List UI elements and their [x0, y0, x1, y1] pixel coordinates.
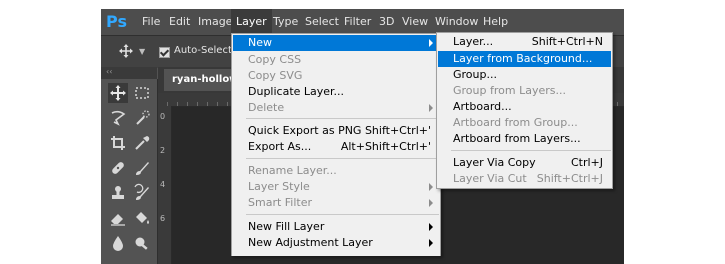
history-brush-tool-icon[interactable] — [132, 183, 152, 203]
menu-type[interactable]: Type — [273, 9, 298, 35]
submenu-arrow-icon — [429, 104, 433, 112]
submenu-arrow-icon — [429, 39, 433, 47]
menu-item-new[interactable]: New — [233, 35, 439, 51]
toolbox-header: ‹‹ — [101, 67, 157, 79]
menu-filter[interactable]: Filter — [344, 9, 371, 35]
tool-preset-chevron-icon[interactable]: ▼ — [139, 47, 145, 56]
submenu-item-layer-via-cut[interactable]: Layer Via Cut Shift+Ctrl+J — [438, 171, 611, 187]
toolbox — [101, 79, 158, 264]
submenu-item-group-from-layers[interactable]: Group from Layers... — [438, 83, 611, 99]
dodge-tool-icon[interactable] — [132, 233, 152, 253]
menu-view[interactable]: View — [402, 9, 428, 35]
menu-item-export-as[interactable]: Export As... Alt+Shift+Ctrl+' — [233, 139, 439, 155]
collapse-panel-icon[interactable]: ‹‹ — [106, 67, 112, 76]
menu-file[interactable]: File — [142, 9, 160, 35]
auto-select-checkbox[interactable] — [159, 47, 170, 58]
healing-brush-tool-icon[interactable] — [108, 158, 128, 178]
crop-tool-icon[interactable] — [108, 133, 128, 153]
ruler-mark: 4 — [160, 180, 166, 189]
submenu-item-artboard[interactable]: Artboard... — [438, 99, 611, 115]
menu-image[interactable]: Image — [198, 9, 232, 35]
submenu-item-group[interactable]: Group... — [438, 67, 611, 83]
submenu-item-layer-via-copy[interactable]: Layer Via Copy Ctrl+J — [438, 155, 611, 171]
menu-separator — [451, 150, 611, 151]
menu-item-smart-filter[interactable]: Smart Filter — [233, 195, 439, 211]
menu-item-new-fill-layer[interactable]: New Fill Layer — [233, 219, 439, 235]
menu-edit[interactable]: Edit — [169, 9, 190, 35]
submenu-arrow-icon — [429, 199, 433, 207]
menu-separator — [246, 118, 439, 119]
menu-item-layer-style[interactable]: Layer Style — [233, 179, 439, 195]
photoshop-logo: Ps — [106, 12, 127, 31]
menu-separator — [246, 158, 439, 159]
lasso-tool-icon[interactable] — [108, 108, 128, 128]
ruler-mark: 0 — [160, 112, 166, 121]
move-tool-icon[interactable] — [108, 83, 128, 103]
eyedropper-tool-icon[interactable] — [132, 133, 152, 153]
submenu-item-artboard-from-layers[interactable]: Artboard from Layers... — [438, 131, 611, 147]
vertical-ruler: 0 2 4 6 — [158, 106, 172, 264]
menu-item-copy-svg[interactable]: Copy SVG — [233, 68, 439, 84]
menu-item-copy-css[interactable]: Copy CSS — [233, 52, 439, 68]
menu-separator — [246, 214, 439, 215]
move-tool-icon[interactable] — [119, 44, 133, 58]
submenu-arrow-icon — [429, 183, 433, 191]
new-layer-submenu: Layer... Shift+Ctrl+N Layer from Backgrou… — [436, 32, 613, 189]
submenu-arrow-icon — [429, 239, 433, 247]
menu-item-rename-layer[interactable]: Rename Layer... — [233, 163, 439, 179]
layer-dropdown-menu: New Copy CSS Copy SVG Duplicate Layer...… — [231, 33, 441, 256]
menu-3d[interactable]: 3D — [379, 9, 394, 35]
menu-item-quick-export-png[interactable]: Quick Export as PNG Shift+Ctrl+' — [233, 123, 439, 139]
paint-bucket-tool-icon[interactable] — [132, 208, 152, 228]
menu-item-duplicate-layer[interactable]: Duplicate Layer... — [233, 84, 439, 100]
auto-select-label: Auto-Select: — [174, 45, 236, 56]
submenu-item-artboard-from-group[interactable]: Artboard from Group... — [438, 115, 611, 131]
submenu-item-layer[interactable]: Layer... Shift+Ctrl+N — [438, 34, 611, 50]
blur-tool-icon[interactable] — [108, 233, 128, 253]
eraser-tool-icon[interactable] — [108, 208, 128, 228]
clone-stamp-tool-icon[interactable] — [108, 183, 128, 203]
menu-item-new-adjustment-layer[interactable]: New Adjustment Layer — [233, 235, 439, 251]
brush-tool-icon[interactable] — [132, 158, 152, 178]
ruler-mark: 6 — [160, 214, 166, 223]
marquee-tool-icon[interactable] — [132, 83, 152, 103]
submenu-item-layer-from-background[interactable]: Layer from Background... — [438, 51, 611, 67]
submenu-arrow-icon — [429, 223, 433, 231]
menu-select[interactable]: Select — [305, 9, 339, 35]
menu-layer[interactable]: Layer — [231, 9, 272, 35]
quick-selection-tool-icon[interactable] — [132, 108, 152, 128]
ruler-mark: 2 — [160, 146, 166, 155]
menu-item-delete[interactable]: Delete — [233, 100, 439, 116]
